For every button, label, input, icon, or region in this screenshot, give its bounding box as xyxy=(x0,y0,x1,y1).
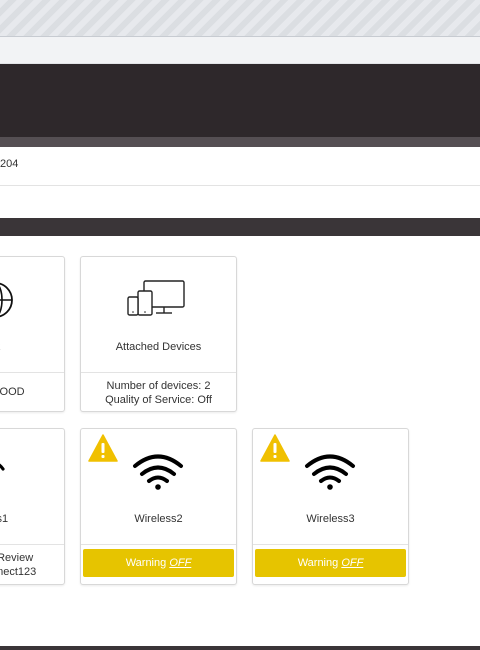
secondary-bar xyxy=(0,37,480,64)
wireless2-title: Wireless2 xyxy=(134,513,183,525)
globe-icon xyxy=(0,282,13,318)
card-divider xyxy=(0,544,64,545)
wireless2-card[interactable]: Wireless2 Warning OFF xyxy=(80,428,237,585)
device-count: Number of devices: 2 xyxy=(106,380,211,392)
internet-status: GOOD xyxy=(0,386,25,398)
devices-icon xyxy=(127,280,185,316)
warning-label: Warning xyxy=(297,557,339,569)
wireless1-ssid: eReview xyxy=(0,552,34,564)
wireless1-card[interactable]: ss1 eReview nnect123 xyxy=(0,428,65,585)
wifi-icon xyxy=(133,454,183,490)
internet-card[interactable]: et GOOD xyxy=(0,256,65,412)
card-divider xyxy=(81,544,236,545)
warning-label: Warning xyxy=(125,557,167,569)
warning-icon xyxy=(88,434,118,462)
internet-title: et xyxy=(0,341,64,353)
top-toolbar xyxy=(0,0,480,37)
wifi-icon xyxy=(305,454,355,490)
section-band xyxy=(0,218,480,236)
warning-state-link[interactable]: OFF xyxy=(341,557,363,569)
attached-devices-card[interactable]: Attached Devices Number of devices: 2 Qu… xyxy=(80,256,237,412)
attached-devices-title: Attached Devices xyxy=(115,341,202,353)
header-strip xyxy=(0,137,480,147)
info-row: 204 xyxy=(0,147,480,186)
card-divider xyxy=(0,372,64,373)
wifi-icon xyxy=(0,463,5,471)
info-row-value: 204 xyxy=(0,158,19,170)
wireless3-warning-button[interactable]: Warning OFF xyxy=(255,549,406,577)
warning-icon xyxy=(260,434,290,462)
wireless1-password: nnect123 xyxy=(0,566,37,578)
qos-status: Quality of Service: Off xyxy=(105,394,212,406)
wireless2-warning-button[interactable]: Warning OFF xyxy=(83,549,234,577)
bottom-edge xyxy=(0,646,480,650)
card-divider xyxy=(253,544,408,545)
warning-state-link[interactable]: OFF xyxy=(169,557,191,569)
wireless3-title: Wireless3 xyxy=(306,513,355,525)
info-row-empty xyxy=(0,186,480,218)
wireless3-card[interactable]: Wireless3 Warning OFF xyxy=(252,428,409,585)
wireless1-title: ss1 xyxy=(0,513,9,525)
page-header xyxy=(0,64,480,137)
card-divider xyxy=(81,372,236,373)
